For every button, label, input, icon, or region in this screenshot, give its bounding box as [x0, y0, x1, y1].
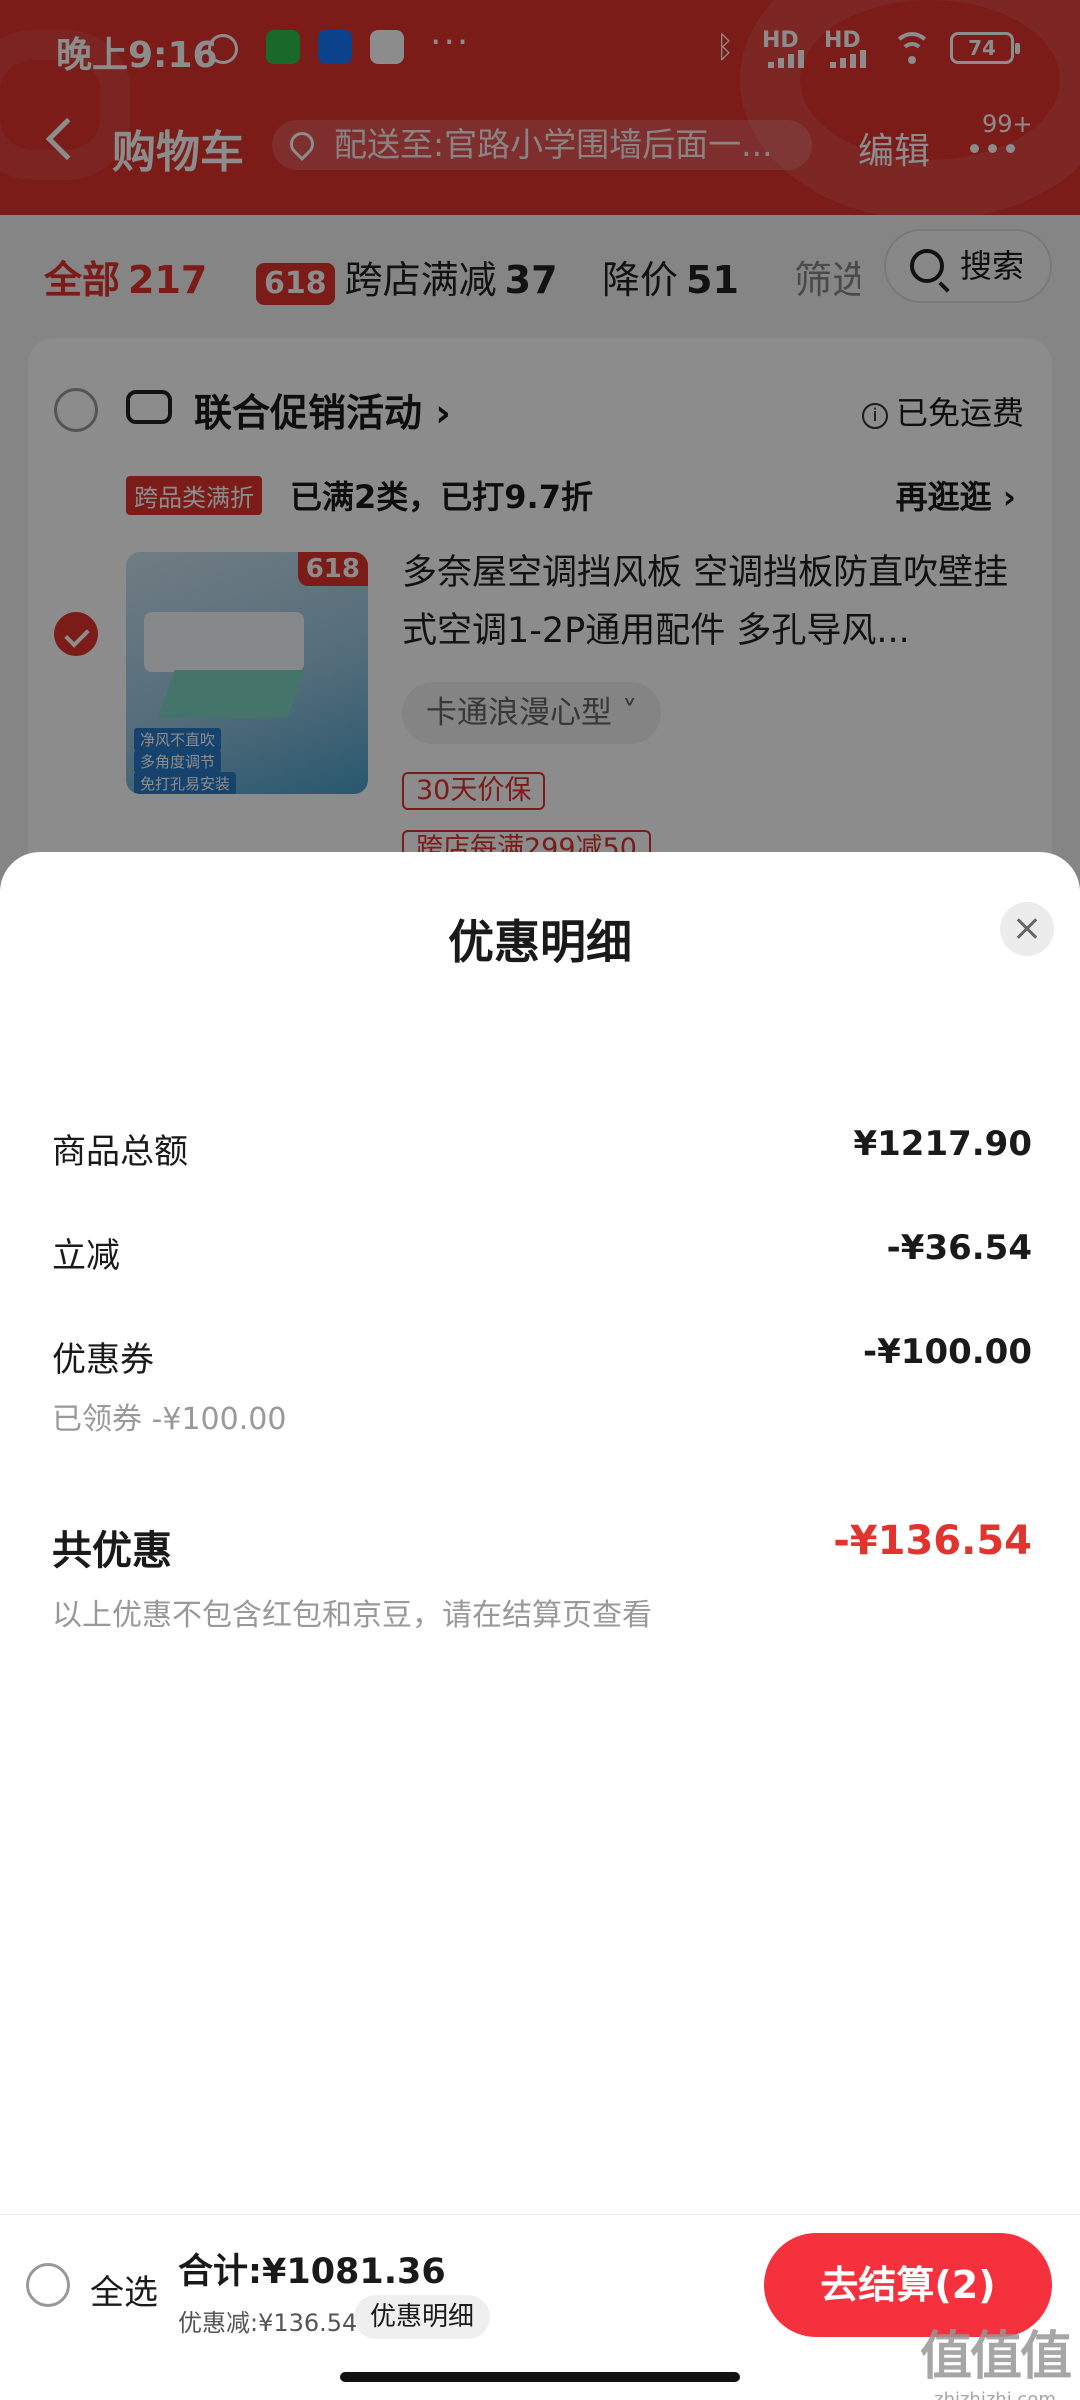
discount-detail-button[interactable]: 优惠明细: [354, 2295, 491, 2339]
watermark-site: zhizhizhi.com: [934, 2389, 1056, 2400]
watermark-logo: 值值值: [920, 2327, 1072, 2387]
row-value: -¥100.00: [863, 1332, 1032, 1372]
coupon-note: 已领券 -¥100.00: [52, 1402, 287, 1437]
checkout-bar: 全选 合计:¥1081.36 优惠减:¥136.54 优惠明细 去结算(2): [0, 2214, 1080, 2354]
row-label: 立减: [52, 1236, 120, 1276]
row-label: 优惠券: [52, 1340, 154, 1380]
select-all-label[interactable]: 全选: [90, 2265, 158, 2314]
row-value: ¥1217.90: [853, 1124, 1032, 1164]
discount-detail-sheet: 优惠明细 商品总额 ¥1217.90 立减 -¥36.54 优惠券 -¥100.…: [0, 852, 1080, 2400]
watermark: 值值值 zhizhizhi.com: [920, 2314, 1072, 2400]
total-note: 以上优惠不包含红包和京豆，请在结算页查看: [52, 1598, 652, 1633]
home-indicator[interactable]: [340, 2372, 740, 2382]
close-icon[interactable]: [1000, 902, 1054, 956]
select-all-checkbox[interactable]: [26, 2263, 70, 2307]
row-label: 商品总额: [52, 1132, 188, 1172]
sheet-title: 优惠明细: [448, 915, 632, 969]
row-value: -¥36.54: [886, 1228, 1032, 1268]
total-label: 共优惠: [52, 1528, 172, 1574]
total-value: -¥136.54: [833, 1518, 1032, 1564]
saved-amount: 优惠减:¥136.54: [178, 2309, 358, 2337]
cart-total: 合计:¥1081.36: [178, 2252, 446, 2292]
